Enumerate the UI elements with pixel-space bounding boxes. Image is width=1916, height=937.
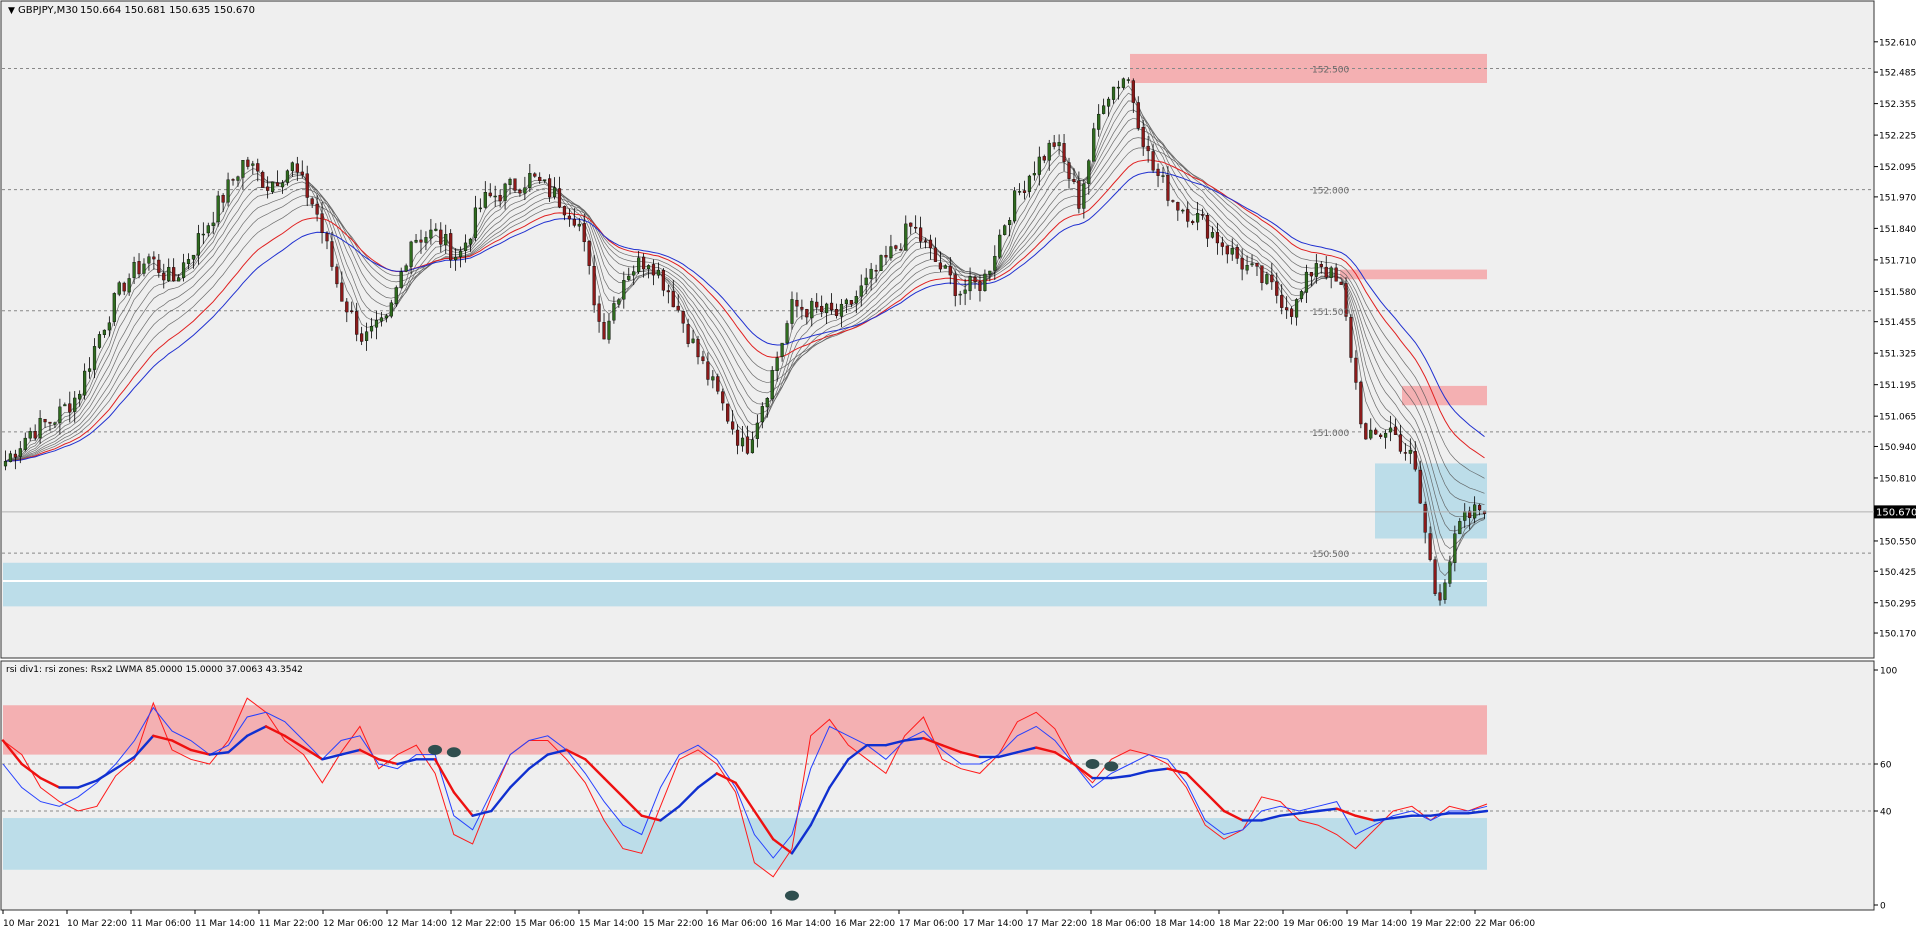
candle <box>1364 422 1368 440</box>
time-tick-label: 11 Mar 06:00 <box>131 919 191 929</box>
current-price-label: 150.670 <box>1876 507 1916 518</box>
candle <box>785 320 789 345</box>
price-tick-label: 150.425 <box>1879 568 1916 578</box>
price-tick-label: 151.970 <box>1879 193 1916 203</box>
divergence-marker <box>784 890 799 901</box>
current-price-tag: 150.670 <box>1874 505 1916 519</box>
time-tick-label: 12 Mar 14:00 <box>387 919 447 929</box>
time-tick-label: 12 Mar 22:00 <box>451 919 511 929</box>
time-tick-label: 10 Mar 22:00 <box>67 919 127 929</box>
time-tick-label: 19 Mar 22:00 <box>1411 919 1471 929</box>
candle <box>1092 122 1096 162</box>
divergence-marker <box>446 747 461 758</box>
candle <box>1012 187 1017 224</box>
candle <box>117 280 121 297</box>
price-tick-label: 152.485 <box>1879 69 1916 79</box>
time-tick-label: 15 Mar 06:00 <box>515 919 575 929</box>
price-tick-label: 150.295 <box>1879 599 1916 609</box>
time-tick-label: 16 Mar 22:00 <box>835 919 895 929</box>
time-tick-label: 15 Mar 14:00 <box>579 919 639 929</box>
candle <box>726 403 730 424</box>
candle <box>879 254 883 271</box>
candle <box>1359 380 1363 429</box>
price-tick-label: 152.610 <box>1879 38 1916 48</box>
rsi-tick-label: 100 <box>1880 667 1897 677</box>
rsi-overbought-zone <box>3 705 1487 755</box>
time-tick-label: 18 Mar 14:00 <box>1155 919 1215 929</box>
time-tick-label: 11 Mar 14:00 <box>195 919 255 929</box>
price-tick-label: 152.225 <box>1879 132 1916 142</box>
time-axis[interactable]: 10 Mar 2021 10 Mar 22:00 11 Mar 06:00 11 Ma… <box>2 910 1535 929</box>
price-tick-label: 151.710 <box>1879 256 1916 266</box>
candle <box>261 170 265 188</box>
candle <box>1339 281 1343 286</box>
time-tick-label: 18 Mar 06:00 <box>1091 919 1151 929</box>
indicator-axis[interactable]: 100 60 40 0 <box>1874 667 1897 912</box>
time-tick-label: 17 Mar 22:00 <box>1027 919 1087 929</box>
candle <box>1349 314 1353 363</box>
candle <box>112 292 116 326</box>
divergence-marker <box>1085 759 1100 769</box>
time-tick-label: 16 Mar 14:00 <box>771 919 831 929</box>
price-level-label: 151.000 <box>1312 429 1349 439</box>
candle <box>716 373 720 395</box>
supply-zone <box>1402 385 1487 406</box>
candle <box>394 285 398 307</box>
price-level-label: 150.500 <box>1312 550 1349 560</box>
candle <box>216 190 220 227</box>
chart-header: ▼ GBPJPY,M30 150.664 150.681 150.635 150… <box>8 5 255 16</box>
candle <box>770 366 774 402</box>
time-tick-label: 10 Mar 2021 <box>3 919 60 929</box>
price-tick-label: 150.810 <box>1879 474 1916 484</box>
time-tick-label: 17 Mar 14:00 <box>963 919 1023 929</box>
indicator-panel: rsi div1: rsi zones: Rsx2 LWMA 85.0000 1… <box>0 660 1875 911</box>
symbol-menu-icon[interactable]: ▼ <box>8 6 15 16</box>
rsi-tick-label: 40 <box>1880 808 1892 818</box>
time-tick-label: 12 Mar 06:00 <box>323 919 383 929</box>
price-tick-label: 151.840 <box>1879 225 1916 235</box>
price-panel-background <box>0 0 1875 659</box>
time-tick-label: 17 Mar 06:00 <box>899 919 959 929</box>
candle <box>335 263 339 288</box>
divergence-marker <box>1104 761 1119 772</box>
candle <box>1003 224 1007 236</box>
symbol-label: GBPJPY,M30 <box>18 5 78 16</box>
time-tick-label: 18 Mar 22:00 <box>1219 919 1279 929</box>
chart-window: 152.500 152.000 151.500 151.000 150.500 ▼ GB… <box>0 0 1916 929</box>
ohlc-values: 150.664 150.681 150.635 150.670 <box>80 5 255 16</box>
price-level-label: 152.000 <box>1312 187 1349 197</box>
time-tick-label: 11 Mar 22:00 <box>259 919 319 929</box>
price-tick-label: 152.095 <box>1879 163 1916 173</box>
rsi-tick-label: 60 <box>1880 761 1892 771</box>
time-tick-label: 22 Mar 06:00 <box>1475 919 1535 929</box>
price-tick-label: 151.325 <box>1879 350 1916 360</box>
price-tick-label: 150.550 <box>1879 537 1916 547</box>
indicator-panel-background <box>0 660 1875 911</box>
time-tick-label: 19 Mar 06:00 <box>1283 919 1343 929</box>
candle <box>1121 77 1126 90</box>
price-tick-label: 151.580 <box>1879 288 1916 298</box>
price-tick-label: 152.355 <box>1879 100 1916 110</box>
price-tick-label: 151.195 <box>1879 381 1916 391</box>
time-tick-label: 19 Mar 14:00 <box>1347 919 1407 929</box>
price-tick-label: 151.455 <box>1879 318 1916 328</box>
supply-zone <box>1130 53 1487 83</box>
price-axis[interactable]: 152.610 152.485 152.355 152.225 152.095 151.9… <box>1874 38 1916 640</box>
candle <box>1433 556 1437 596</box>
price-tick-label: 150.170 <box>1879 630 1916 640</box>
divergence-marker <box>428 744 443 755</box>
price-tick-label: 150.940 <box>1879 443 1916 453</box>
price-tick-label: 151.065 <box>1879 413 1916 423</box>
time-tick-label: 15 Mar 22:00 <box>643 919 703 929</box>
candle <box>389 299 393 319</box>
demand-zone <box>3 562 1487 607</box>
time-tick-label: 16 Mar 06:00 <box>707 919 767 929</box>
price-level-label: 152.500 <box>1312 65 1349 75</box>
rsi-tick-label: 0 <box>1880 902 1886 912</box>
price-level-label: 151.500 <box>1312 308 1349 318</box>
indicator-label: rsi div1: rsi zones: Rsx2 LWMA 85.0000 1… <box>6 665 303 675</box>
price-panel: 152.500 152.000 151.500 151.000 150.500 ▼ GB… <box>0 0 1875 659</box>
